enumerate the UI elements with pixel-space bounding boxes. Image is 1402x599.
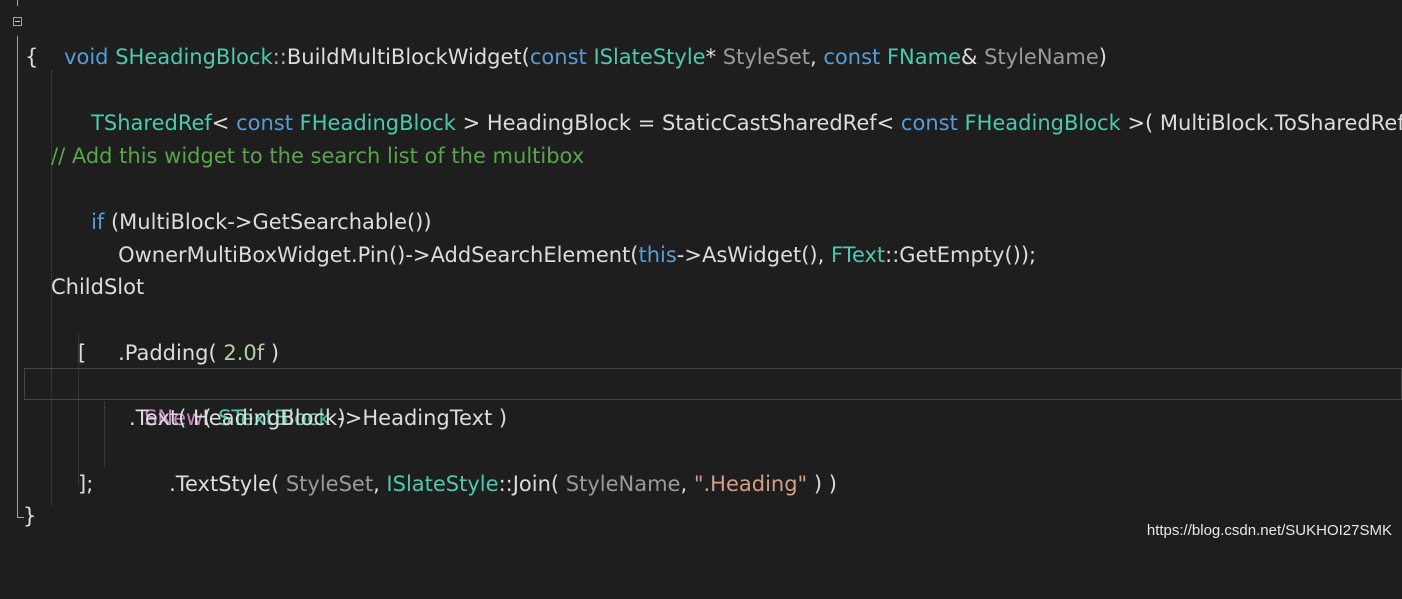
- code-line-7[interactable]: ChildSlot: [0, 271, 144, 304]
- scope-operator: ::: [272, 45, 287, 69]
- code-text: ): [264, 341, 280, 365]
- method-name: BuildMultiBlockWidget(: [286, 45, 530, 69]
- code-line-8[interactable]: .Padding( 2.0f ): [0, 304, 279, 365]
- code-line-6[interactable]: OwnerMultiBoxWidget.Pin()->AddSearchElem…: [0, 206, 1036, 267]
- outline-bar-top: [17, 0, 18, 6]
- type-name: FText: [830, 243, 886, 267]
- code-line-9[interactable]: [: [0, 337, 86, 370]
- code-text: ->AsWidget(),: [676, 243, 831, 267]
- keyword-const: const: [900, 111, 958, 135]
- keyword-void: void: [64, 45, 109, 69]
- parameter-name: StyleName: [984, 45, 1099, 69]
- keyword-const: const: [236, 111, 293, 135]
- type-name: FName: [886, 45, 961, 69]
- code-line-4[interactable]: // Add this widget to the search list of…: [0, 140, 584, 173]
- code-text: .Text( HeadingBlock->HeadingText ): [129, 406, 508, 430]
- pointer-symbol: *: [705, 45, 717, 69]
- parameter-name: StyleName: [565, 472, 681, 496]
- open-bracket: [: [78, 341, 87, 365]
- code-text: .Padding(: [118, 341, 224, 365]
- template-open: <: [211, 111, 237, 135]
- code-text: ) ): [807, 472, 837, 496]
- code-text: .TextStyle(: [169, 472, 286, 496]
- parameter-name: StyleSet: [722, 45, 811, 69]
- class-name: SHeadingBlock: [115, 45, 273, 69]
- code-text: > HeadingBlock = StaticCastSharedRef<: [455, 111, 901, 135]
- close-brace: }: [23, 504, 37, 528]
- comma: ,: [680, 472, 694, 496]
- code-line-2[interactable]: {: [0, 41, 38, 74]
- code-text: ChildSlot: [51, 275, 145, 299]
- type-name: ISlateStyle: [386, 472, 499, 496]
- code-comment: // Add this widget to the search list of…: [51, 144, 585, 168]
- type-name: ISlateStyle: [593, 45, 706, 69]
- code-line-14[interactable]: }: [0, 500, 36, 533]
- code-text: >( MultiBlock.ToSharedRef() );: [1127, 111, 1402, 135]
- type-name: FHeadingBlock: [964, 111, 1121, 135]
- string-literal: ".Heading": [693, 472, 808, 496]
- code-line-5[interactable]: if (MultiBlock->GetSearchable()): [0, 173, 432, 234]
- code-line-10[interactable]: SNew( STextBlock ): [0, 369, 346, 430]
- open-brace: {: [25, 45, 39, 69]
- code-line-3[interactable]: TSharedRef< const FHeadingBlock > Headin…: [0, 74, 1402, 135]
- type-name: TSharedRef: [91, 111, 212, 135]
- code-text: OwnerMultiBoxWidget.Pin()->AddSearchElem…: [118, 243, 639, 267]
- code-text: ::GetEmpty());: [885, 243, 1037, 267]
- code-line-11[interactable]: .Text( HeadingBlock->HeadingText ): [0, 402, 507, 435]
- comma: ,: [810, 45, 824, 69]
- comma: ,: [373, 472, 387, 496]
- parameter-name: StyleSet: [285, 472, 374, 496]
- watermark: https://blog.csdn.net/SUKHOI27SMK: [1146, 522, 1392, 539]
- code-editor[interactable]: void SHeadingBlock::BuildMultiBlockWidge…: [0, 0, 1402, 549]
- code-text: ::Join(: [498, 472, 566, 496]
- close-paren: ): [1098, 45, 1107, 69]
- code-line-1[interactable]: void SHeadingBlock::BuildMultiBlockWidge…: [0, 8, 1107, 69]
- type-name: FHeadingBlock: [299, 111, 456, 135]
- reference-symbol: &: [961, 45, 978, 69]
- code-line-12[interactable]: .TextStyle( StyleSet, ISlateStyle::Join(…: [0, 435, 837, 496]
- keyword-const: const: [529, 45, 587, 69]
- keyword-this: this: [638, 243, 677, 267]
- close-bracket: ];: [78, 472, 94, 496]
- code-line-13[interactable]: ];: [0, 468, 93, 501]
- number-literal: 2.0f: [223, 341, 265, 365]
- keyword-const: const: [823, 45, 881, 69]
